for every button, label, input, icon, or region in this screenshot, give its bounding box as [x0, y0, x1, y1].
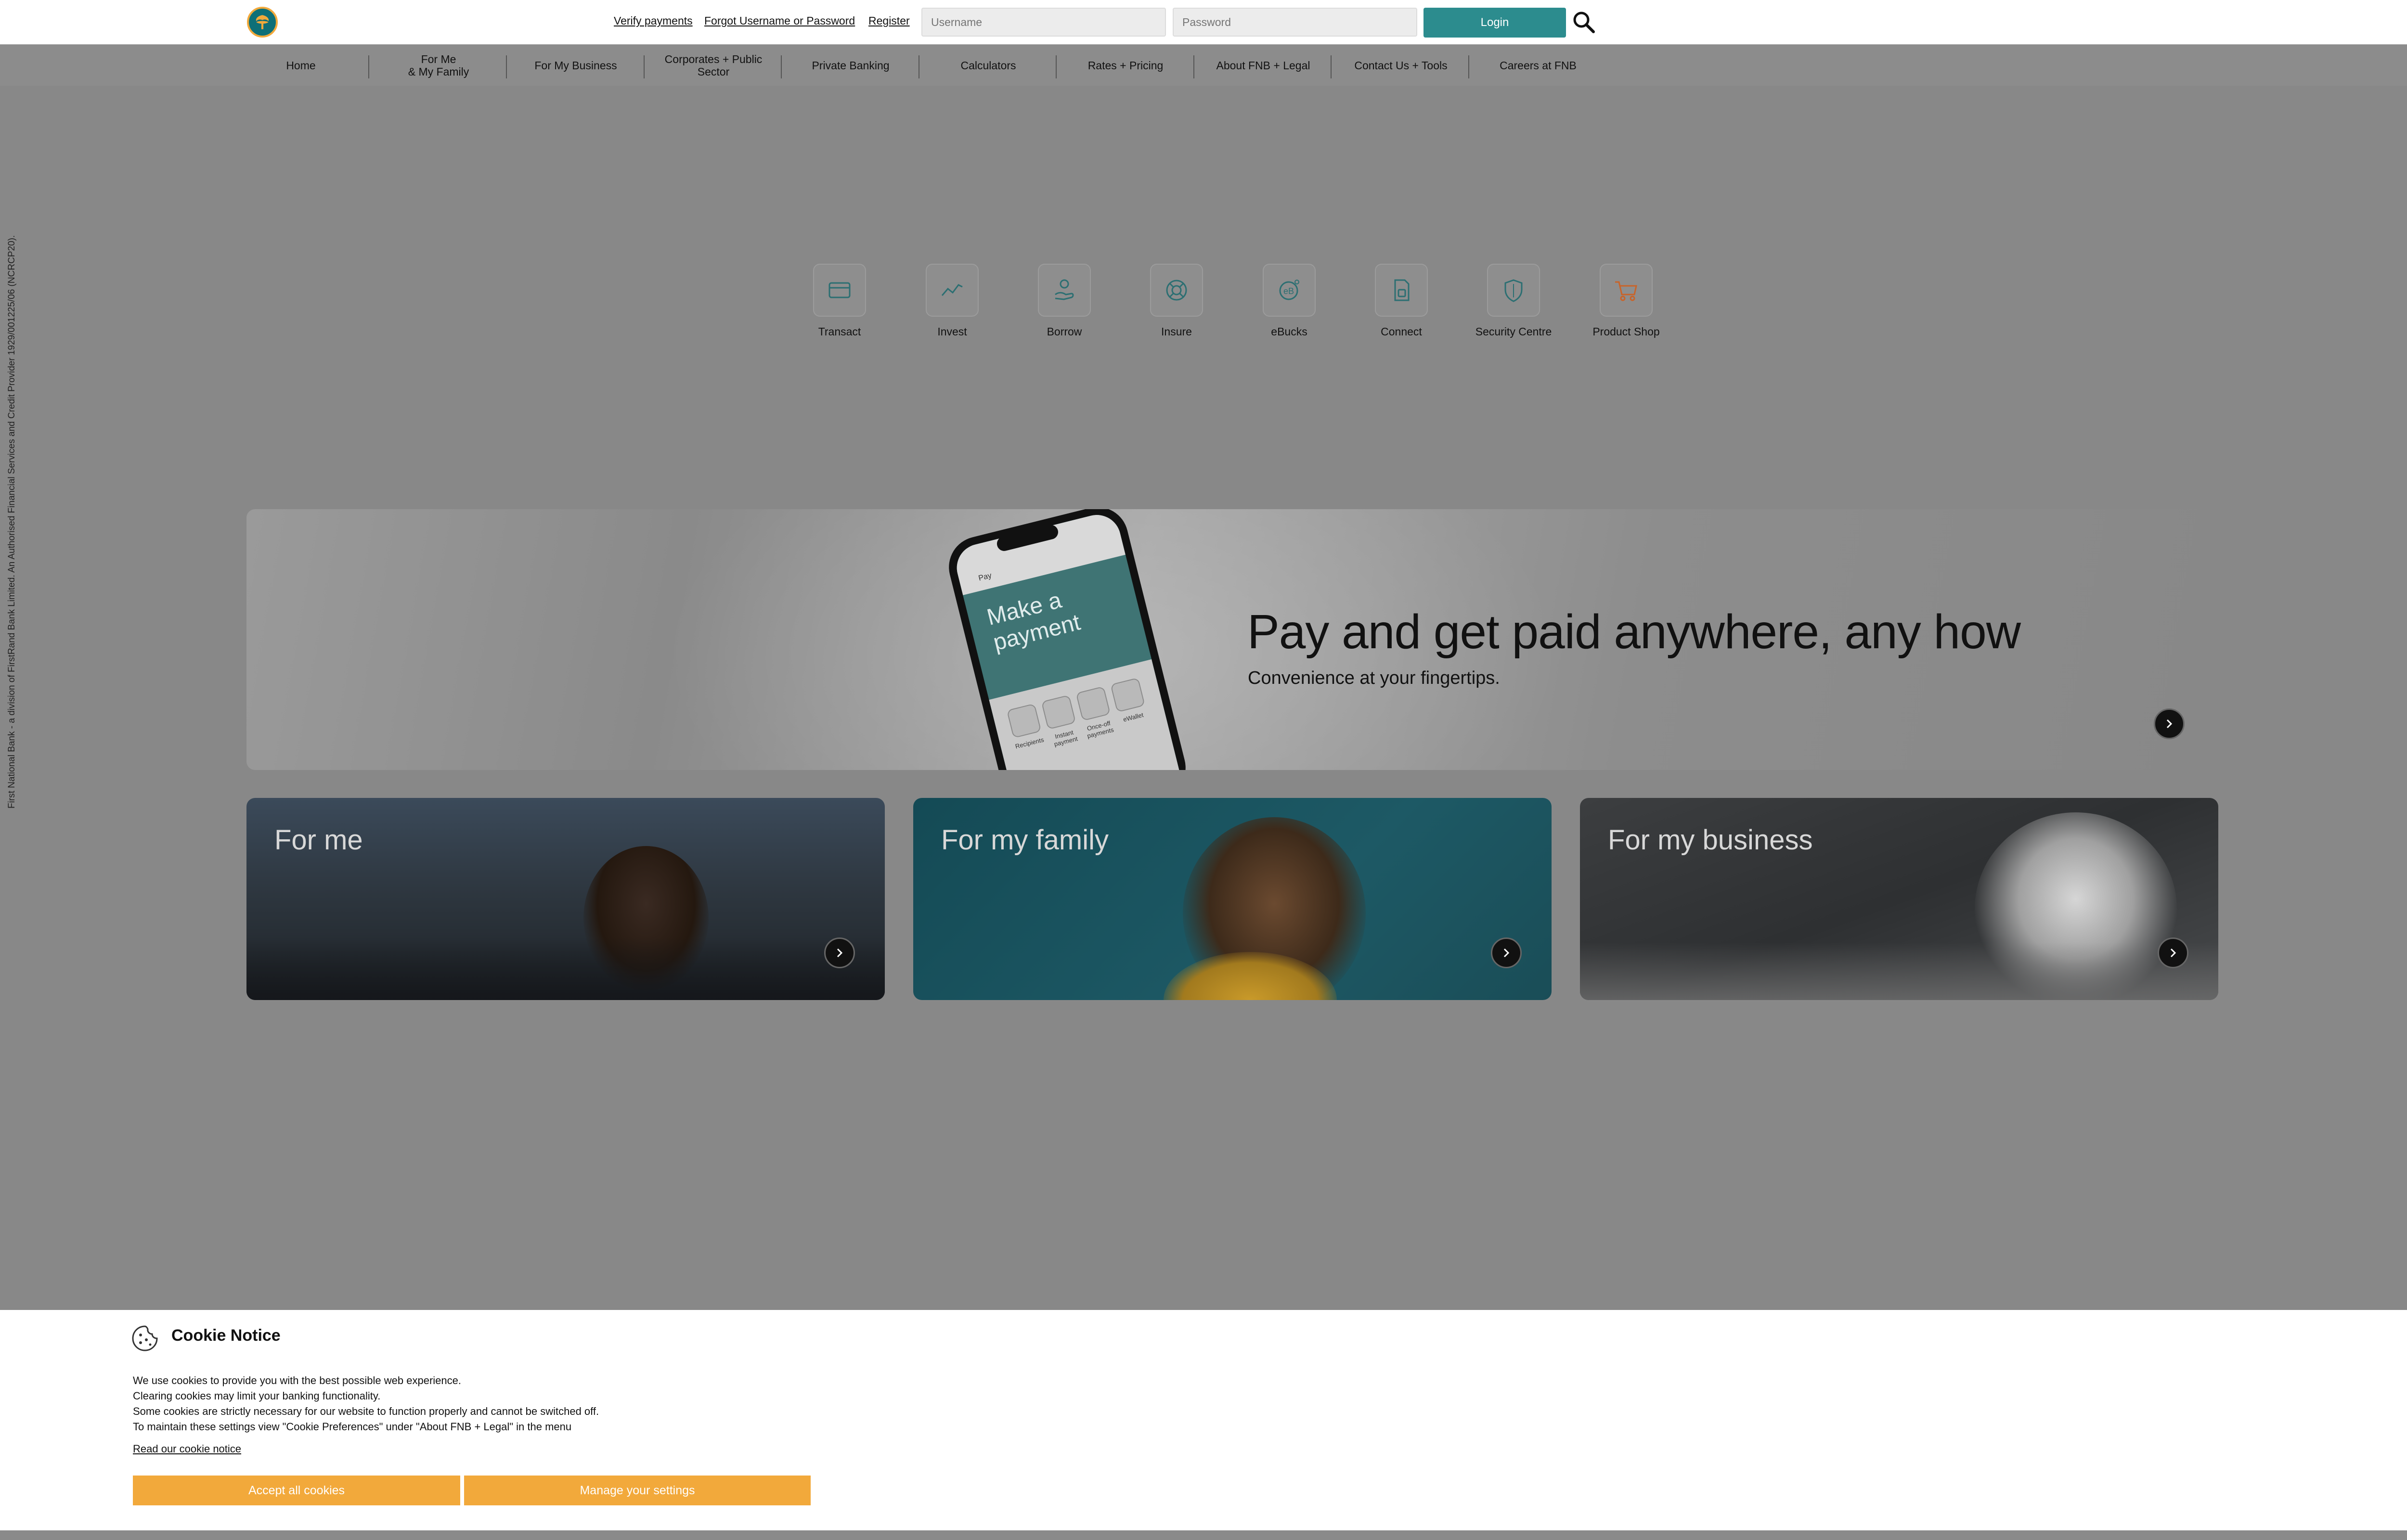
card-photo-counter — [1580, 942, 2218, 1000]
bottom-overlay-strip — [0, 1530, 2407, 1540]
nav-divider — [1331, 55, 1332, 78]
nav-contact-us-tools[interactable]: Contact Us + Tools — [1332, 45, 1470, 86]
quicklink-product-shop[interactable]: Product Shop — [1573, 264, 1679, 341]
forgot-credentials-link[interactable]: Forgot Username or Password — [704, 14, 855, 27]
read-cookie-notice-link[interactable]: Read our cookie notice — [133, 1443, 241, 1455]
fnb-logo[interactable] — [247, 7, 278, 38]
top-bar: Verify payments Forgot Username or Passw… — [0, 0, 2407, 44]
chevron-right-icon — [837, 948, 843, 958]
cookie-notice-title: Cookie Notice — [171, 1326, 281, 1345]
card-arrow-button[interactable] — [1491, 937, 1522, 968]
username-input[interactable] — [921, 8, 1166, 37]
card-photo-ground — [246, 937, 885, 1000]
quicklink-transact[interactable]: Transact — [787, 264, 893, 341]
card-title: For me — [274, 824, 363, 856]
card-arrow-button[interactable] — [824, 937, 855, 968]
chevron-right-icon — [2170, 948, 2176, 958]
quicklink-borrow[interactable]: Borrow — [1011, 264, 1117, 341]
cookie-text-line: We use cookies to provide you with the b… — [133, 1374, 461, 1386]
chevron-right-icon — [2166, 719, 2173, 729]
quicklink-label: Security Centre — [1475, 325, 1552, 338]
quicklink-label: Invest — [937, 325, 967, 338]
password-input[interactable] — [1173, 8, 1417, 37]
legal-disclaimer: First National Bank - a division of Firs… — [7, 235, 17, 808]
nav-divider — [368, 55, 369, 78]
quicklink-label: Transact — [818, 325, 861, 338]
phone-screen-heading: Make a payment — [984, 587, 1083, 656]
cart-icon — [1615, 281, 1637, 301]
hero-title: Pay and get paid anywhere, any how — [1247, 605, 2021, 659]
manage-cookie-settings-button[interactable]: Manage your settings — [464, 1476, 811, 1505]
card-title: For my family — [941, 824, 1109, 856]
quicklink-ebucks[interactable]: eB eBucks — [1236, 264, 1342, 341]
nav-for-me-family[interactable]: For Me & My Family — [370, 45, 507, 86]
quicklink-label: Connect — [1381, 325, 1422, 338]
card-arrow-button[interactable] — [2158, 937, 2188, 968]
cookie-text-line: To maintain these settings view "Cookie … — [133, 1421, 572, 1433]
nav-private-banking[interactable]: Private Banking — [782, 45, 919, 86]
nav-careers[interactable]: Careers at FNB — [1469, 45, 1607, 86]
verify-payments-link[interactable]: Verify payments — [614, 14, 693, 27]
sim-card-icon — [1394, 279, 1410, 301]
quicklink-label: eBucks — [1271, 325, 1307, 338]
search-icon[interactable] — [1571, 10, 1596, 35]
cookie-icon — [132, 1325, 158, 1351]
quicklink-security-centre[interactable]: Security Centre — [1461, 264, 1566, 341]
quicklink-label: Insure — [1161, 325, 1192, 338]
chevron-right-icon — [1503, 948, 1510, 958]
card-for-my-business[interactable]: For my business — [1580, 798, 2218, 1000]
nav-rates-pricing[interactable]: Rates + Pricing — [1057, 45, 1194, 86]
register-link[interactable]: Register — [868, 14, 910, 27]
chart-line-icon — [941, 284, 963, 296]
hero-banner[interactable]: Pay Make a payment Recipients Instant pa… — [246, 509, 2218, 770]
card-for-me[interactable]: For me — [246, 798, 885, 1000]
card-title: For my business — [1608, 824, 1813, 856]
card-icon — [828, 282, 851, 298]
nav-calculators[interactable]: Calculators — [919, 45, 1057, 86]
quicklink-connect[interactable]: Connect — [1348, 264, 1454, 341]
svg-text:eB: eB — [1283, 286, 1294, 296]
quicklink-invest[interactable]: Invest — [899, 264, 1005, 341]
quicklink-label: Borrow — [1047, 325, 1082, 338]
ebucks-icon: eB — [1279, 280, 1299, 300]
nav-home[interactable]: Home — [232, 45, 370, 86]
login-button[interactable]: Login — [1423, 8, 1566, 38]
nav-about-fnb-legal[interactable]: About FNB + Legal — [1194, 45, 1332, 86]
card-for-my-family[interactable]: For my family — [913, 798, 1552, 1000]
hero-subtitle: Convenience at your fingertips. — [1248, 668, 1500, 688]
main-navigation: Home For Me & My Family For My Business … — [0, 44, 2407, 86]
cookie-text-line: Clearing cookies may limit your banking … — [133, 1390, 381, 1402]
nav-for-my-business[interactable]: For My Business — [507, 45, 645, 86]
cookie-text-line: Some cookies are strictly necessary for … — [133, 1405, 599, 1417]
hand-coin-icon — [1055, 279, 1074, 300]
tree-logo-icon — [256, 15, 269, 29]
nav-corporates-public-sector[interactable]: Corporates + Public Sector — [645, 45, 782, 86]
hero-arrow-button[interactable] — [2154, 708, 2185, 739]
quicklink-label: Product Shop — [1592, 325, 1660, 338]
accept-all-cookies-button[interactable]: Accept all cookies — [133, 1476, 460, 1505]
shield-icon — [1504, 279, 1523, 302]
quicklink-insure[interactable]: Insure — [1124, 264, 1229, 341]
lifebuoy-icon — [1166, 280, 1187, 301]
